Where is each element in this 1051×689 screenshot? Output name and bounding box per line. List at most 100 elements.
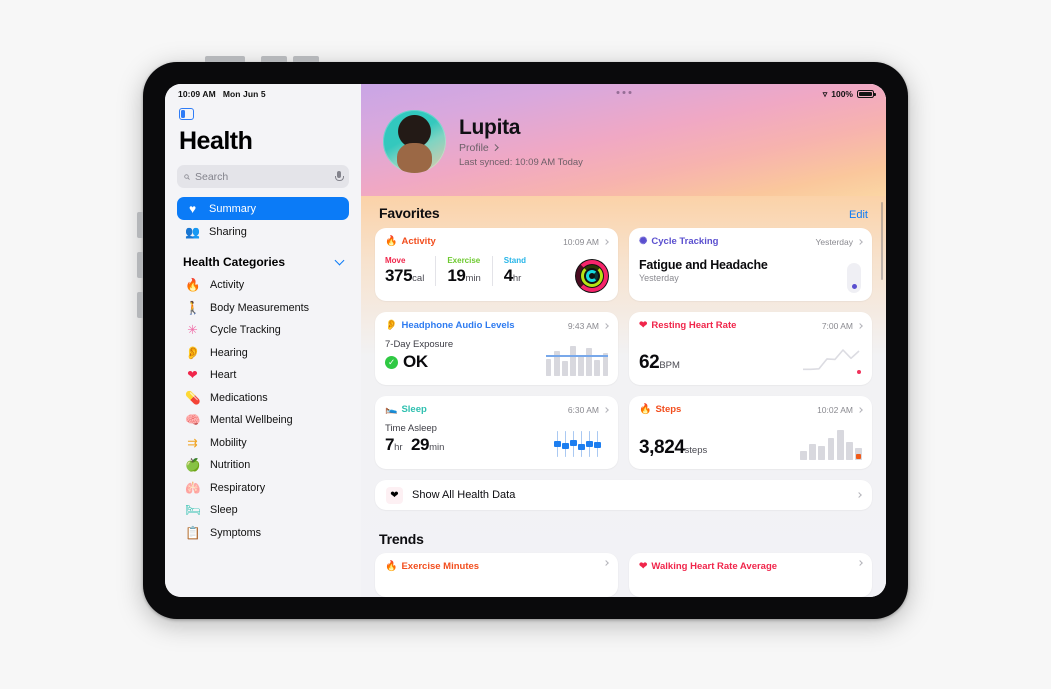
sidebar-item-medications[interactable]: 💊 Medications: [177, 387, 349, 410]
sleep-minutes: 29: [410, 435, 430, 454]
search-input[interactable]: [195, 170, 330, 183]
volume-up-button[interactable]: [261, 56, 287, 62]
heart-rate-unit: BPM: [659, 360, 680, 371]
chevron-right-icon: [491, 144, 499, 151]
metric-unit: cal: [412, 273, 425, 284]
status-bar-left: 10:09 AM Mon Jun 5: [173, 84, 353, 99]
sidebar-item-heart[interactable]: ❤ Heart: [177, 364, 349, 387]
ear-icon: 👂: [385, 319, 398, 331]
side-button-b[interactable]: [137, 252, 143, 278]
health-categories-header[interactable]: Health Categories: [183, 255, 345, 269]
side-button-a[interactable]: [137, 212, 143, 238]
clipboard-icon: 📋: [185, 525, 201, 540]
sidebar-item-label: Sharing: [209, 225, 247, 238]
show-all-label: Show All Health Data: [412, 489, 516, 501]
metric-unit: hr: [512, 273, 522, 284]
category-list: 🔥 Activity 🚶 Body Measurements ✳ Cycle Tracki…: [173, 274, 353, 544]
sparkline-end-marker: [856, 369, 861, 374]
side-button-c[interactable]: [137, 292, 143, 318]
bed-icon: 🛌: [385, 403, 398, 415]
chevron-right-icon: [856, 492, 862, 498]
sidebar-item-symptoms[interactable]: 📋 Symptoms: [177, 522, 349, 545]
heart-rate-value: 62: [639, 352, 660, 373]
sidebar-item-hearing[interactable]: 👂 Hearing: [177, 342, 349, 365]
sidebar-item-mental-wellbeing[interactable]: 🧠 Mental Wellbeing: [177, 409, 349, 432]
tablet-screen: 10:09 AM Mon Jun 5 Health ♥ Summary 👥 Sh…: [165, 84, 886, 597]
chevron-right-icon: [857, 406, 863, 413]
steps-bar-chart: [800, 430, 863, 460]
sidebar-item-mobility[interactable]: ⇉ Mobility: [177, 432, 349, 455]
flame-icon: 🔥: [639, 403, 652, 415]
sidebar-item-nutrition[interactable]: 🍏 Nutrition: [177, 454, 349, 477]
heart-icon: ❤: [639, 560, 648, 572]
card-sleep[interactable]: 🛌 Sleep 6:30 AM Time Asleep 7hr 29min: [375, 396, 618, 469]
sidebar-item-sharing[interactable]: 👥 Sharing: [177, 220, 349, 243]
sidebar-item-activity[interactable]: 🔥 Activity: [177, 274, 349, 297]
sleep-bar: [594, 442, 601, 448]
section-title: Health Categories: [183, 255, 286, 269]
steps-value: 3,824: [639, 437, 685, 458]
exposure-status: OK: [403, 352, 428, 371]
metric-move: Move 375cal: [385, 256, 437, 286]
volume-down-button[interactable]: [293, 56, 319, 62]
flame-icon: 🔥: [185, 278, 201, 292]
card-steps[interactable]: 🔥 Steps 10:02 AM 3,824steps: [629, 396, 872, 469]
edit-favorites-button[interactable]: Edit: [849, 209, 868, 221]
card-headphone-audio-levels[interactable]: 👂 Headphone Audio Levels 9:43 AM 7-Day E…: [375, 312, 618, 385]
chevron-down-icon[interactable]: [334, 255, 345, 266]
sidebar-item-summary[interactable]: ♥ Summary: [177, 197, 349, 220]
headphone-bar-chart: [546, 346, 609, 376]
card-cycle-tracking[interactable]: ✺ Cycle Tracking Yesterday Fatigue and H…: [629, 228, 872, 301]
cycle-icon: ✺: [639, 235, 648, 247]
card-category-label: Sleep: [401, 404, 427, 415]
apple-icon: 🍏: [185, 458, 201, 472]
card-timestamp: Yesterday: [815, 236, 854, 247]
sidebar-toggle-icon[interactable]: [179, 108, 194, 120]
profile-link[interactable]: Profile: [459, 142, 583, 154]
profile-link-label: Profile: [459, 141, 489, 154]
main-content: ▿ 100% Lupita Profile Last synced: 10:09…: [361, 84, 886, 597]
scroll-area[interactable]: Favorites Edit 🔥 Activity 10:09 AM Move …: [361, 196, 886, 597]
chevron-right-icon: [603, 322, 609, 329]
card-activity[interactable]: 🔥 Activity 10:09 AM Move 375cal Exercise…: [375, 228, 618, 301]
card-exercise-minutes[interactable]: 🔥 Exercise Minutes: [375, 553, 618, 597]
metric-label: Exercise: [447, 256, 481, 265]
metric-label: Stand: [503, 256, 526, 265]
window-grabber[interactable]: [616, 91, 631, 94]
sidebar-item-label: Mental Wellbeing: [210, 414, 293, 427]
card-resting-heart-rate[interactable]: ❤ Resting Heart Rate 7:00 AM 62BPM: [629, 312, 872, 385]
vertical-scrollbar[interactable]: [880, 202, 883, 280]
sidebar-item-respiratory[interactable]: 🫁 Respiratory: [177, 477, 349, 500]
card-category-label: Steps: [655, 404, 682, 415]
search-icon: [184, 173, 190, 180]
flame-icon: 🔥: [385, 235, 398, 247]
wifi-icon: ▿: [822, 88, 828, 99]
cycle-indicator: [847, 263, 861, 293]
card-walking-heart-rate-average[interactable]: ❤ Walking Heart Rate Average: [629, 553, 872, 597]
power-button[interactable]: [205, 56, 245, 62]
people-icon: 👥: [185, 224, 200, 239]
cycle-icon: ✳: [187, 323, 198, 337]
profile-summary[interactable]: Lupita Profile Last synced: 10:09 AM Tod…: [361, 84, 886, 173]
ear-icon: 👂: [185, 345, 201, 360]
sidebar-item-label: Respiratory: [210, 481, 266, 494]
page-title: Health: [179, 127, 253, 155]
avatar[interactable]: [383, 110, 446, 173]
microphone-icon[interactable]: [335, 171, 344, 182]
status-date: Mon Jun 5: [222, 89, 266, 99]
show-all-health-data-row[interactable]: ❤ Show All Health Data: [375, 480, 872, 510]
activity-rings-icon: [575, 259, 609, 293]
sidebar-item-sleep[interactable]: 🛏 Sleep: [177, 499, 349, 522]
sleep-stage-chart: [548, 431, 608, 459]
favorites-title: Favorites: [379, 205, 440, 221]
sidebar-item-cycle-tracking[interactable]: ✳ Cycle Tracking: [177, 319, 349, 342]
card-timestamp: 7:00 AM: [821, 320, 853, 331]
sleep-bar: [586, 441, 593, 447]
search-field[interactable]: [177, 165, 349, 188]
sidebar-item-body-measurements[interactable]: 🚶 Body Measurements: [177, 297, 349, 320]
sidebar-item-label: Nutrition: [210, 459, 251, 472]
sleep-minutes-unit: min: [429, 442, 445, 453]
favorites-row-1: 🔥 Activity 10:09 AM Move 375cal Exercise…: [375, 228, 872, 301]
profile-hero: ▿ 100% Lupita Profile Last synced: 10:09…: [361, 84, 886, 196]
figure-icon: 🚶: [185, 300, 201, 315]
